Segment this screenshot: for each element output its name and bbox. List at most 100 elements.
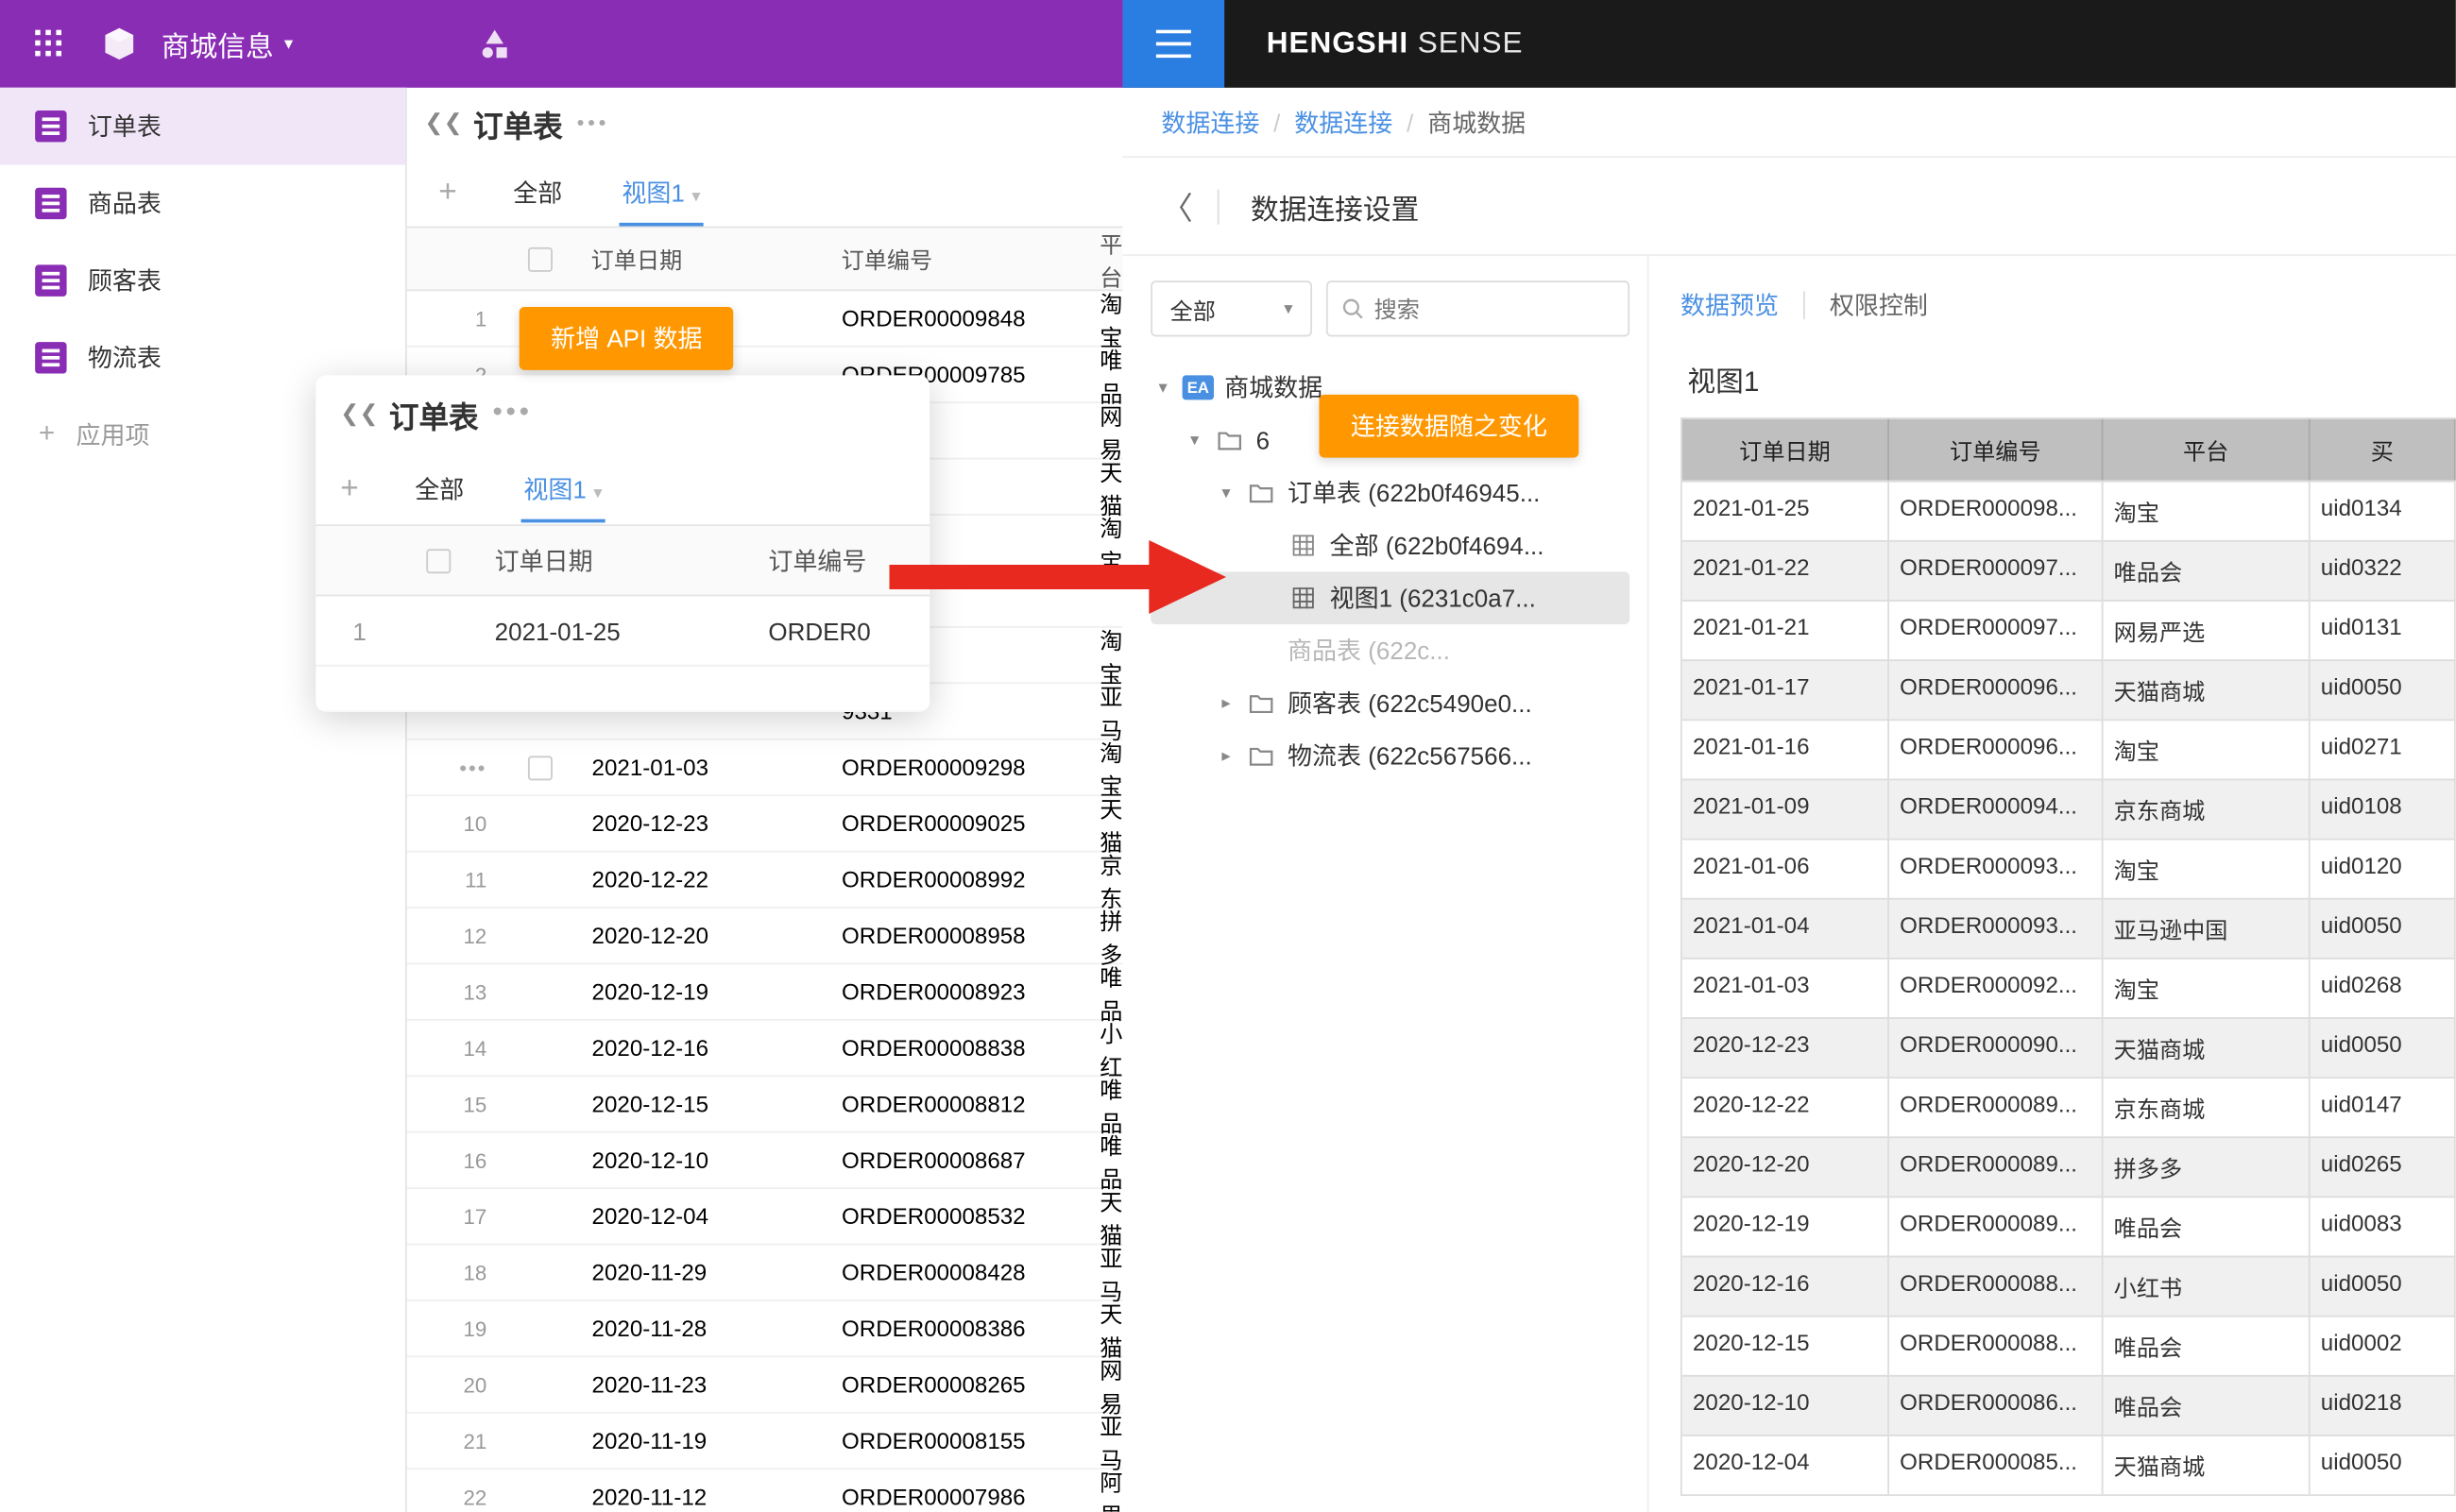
row-more-icon[interactable]: ••• [459, 755, 486, 779]
tab-permissions[interactable]: 权限控制 [1830, 288, 1928, 323]
cell-platform: 天猫商城 [2104, 659, 2311, 719]
hamburger-menu[interactable] [1122, 0, 1224, 88]
cell-platform: 天猫 [1091, 460, 1122, 515]
table-row[interactable]: 20 2020-11-23 ORDER00008265 网易 [407, 1357, 1123, 1413]
cell-order: ORDER00007986 [833, 1470, 1091, 1512]
table-row[interactable]: 2021-01-17 ORDER000096... 天猫商城 uid0050 [1682, 659, 2456, 719]
add-view-button[interactable]: + [340, 470, 359, 507]
table-row[interactable]: 13 2020-12-19 ORDER00008923 唯品 [407, 964, 1123, 1020]
table-row[interactable]: 12 2020-12-20 ORDER00008958 拼多 [407, 909, 1123, 964]
cell-order: ORDER00009025 [833, 796, 1091, 851]
search-box[interactable] [1326, 280, 1629, 336]
table-row[interactable]: 2021-01-21 ORDER000097... 网易严选 uid0131 [1682, 600, 2456, 659]
table-row[interactable]: 21 2020-11-19 ORDER00008155 亚马 [407, 1414, 1123, 1470]
search-input[interactable] [1374, 296, 1614, 322]
col-date[interactable]: 订单日期 [573, 228, 832, 289]
chevron-down-icon[interactable]: ▾ [691, 187, 700, 206]
cell-platform: 京东 [1091, 853, 1122, 908]
back-arrow-icon[interactable]: 〈 [1161, 183, 1192, 229]
cell-date: 2021-01-16 [1682, 719, 1889, 778]
more-icon[interactable]: ••• [577, 110, 610, 135]
col-buyer[interactable]: 买 [2311, 419, 2456, 481]
col-platform[interactable]: 平台 [2104, 419, 2311, 481]
collapse-icon[interactable]: ❮❮ [424, 109, 462, 137]
table-row[interactable]: 2020-12-22 ORDER000089... 京东商城 uid0147 [1682, 1077, 2456, 1136]
table-icon [35, 110, 66, 142]
cell-buyer: uid0268 [2311, 958, 2456, 1017]
col-order[interactable]: 订单编号 [832, 228, 1091, 289]
table-row[interactable]: 17 2020-12-04 ORDER00008532 天猫 [407, 1189, 1123, 1245]
select-all-checkbox[interactable] [528, 246, 553, 271]
tree-node-logistics[interactable]: ▸物流表 (622c567566... [1151, 730, 1629, 783]
sidebar-item-customers[interactable]: 顾客表 [0, 242, 405, 319]
cell-order: ORDER000098... [1889, 481, 2104, 540]
table-row[interactable]: 14 2020-12-16 ORDER00008838 小红 [407, 1021, 1123, 1077]
table-row[interactable]: 2020-12-19 ORDER000089... 唯品会 uid0083 [1682, 1196, 2456, 1255]
table-row[interactable]: 16 2020-12-10 ORDER00008687 唯品 [407, 1133, 1123, 1189]
cell-order: ORDER00009848 [833, 291, 1091, 346]
breadcrumb-link[interactable]: 数据连接 [1161, 104, 1259, 139]
cell-platform: 淘宝 [2104, 719, 2311, 778]
table-row[interactable]: 10 2020-12-23 ORDER00009025 天猫 [407, 796, 1123, 852]
more-icon[interactable]: ••• [492, 399, 532, 430]
table-row[interactable]: 2021-01-16 ORDER000096... 淘宝 uid0271 [1682, 719, 2456, 778]
table-row[interactable]: 1 2021-01-25 ORDER00009848 淘宝 [407, 291, 1123, 347]
table-row[interactable]: 18 2020-11-29 ORDER00008428 亚马 [407, 1245, 1123, 1300]
tree-node-orders[interactable]: ▾订单表 (622b0f46945... [1151, 467, 1629, 519]
cell-order: ORDER000093... [1889, 898, 2104, 958]
tree-node-products[interactable]: 商品表 (622c... [1151, 624, 1629, 677]
sidebar-item-products[interactable]: 商品表 [0, 165, 405, 243]
tab-data-preview[interactable]: 数据预览 [1680, 288, 1779, 323]
cell-order: ORDER00008992 [833, 853, 1091, 908]
table-row[interactable]: 2021-01-03 ORDER000092... 淘宝 uid0268 [1682, 958, 2456, 1017]
table-row[interactable]: ••• 2021-01-03 ORDER00009298 淘宝 [407, 740, 1123, 796]
apps-grid-icon[interactable] [14, 0, 84, 88]
cell-date: 2020-11-23 [574, 1357, 833, 1412]
collapse-icon[interactable]: ❮❮ [340, 399, 378, 428]
col-platform[interactable]: 平台 [1091, 228, 1122, 289]
table-row[interactable]: 2020-12-04 ORDER000085... 天猫商城 uid0050 [1682, 1435, 2456, 1494]
table-row[interactable]: 19 2020-11-28 ORDER00008386 天猫 [407, 1301, 1123, 1357]
filter-select[interactable]: 全部 ▾ [1151, 280, 1312, 336]
cell-platform: 京东商城 [2104, 779, 2311, 839]
tab-all[interactable]: 全部 [411, 457, 467, 520]
chevron-down-icon[interactable]: ▾ [593, 484, 602, 502]
table-row[interactable]: 2021-01-22 ORDER000097... 唯品会 uid0322 [1682, 540, 2456, 600]
callout-add-api-data: 新增 API 数据 [520, 307, 734, 370]
row-index: 18 [463, 1260, 486, 1284]
table-row[interactable]: 2020-12-20 ORDER000089... 拼多多 uid0265 [1682, 1136, 2456, 1196]
chevron-down-icon[interactable]: ▾ [284, 34, 293, 53]
table-row[interactable]: 2020-12-15 ORDER000088... 唯品会 uid0002 [1682, 1316, 2456, 1375]
card-title: 订单表 [389, 392, 479, 435]
table-row[interactable]: 2020-12-23 ORDER000090... 天猫商城 uid0050 [1682, 1017, 2456, 1077]
row-checkbox[interactable] [529, 755, 554, 779]
table-row[interactable]: 2020-12-10 ORDER000086... 唯品会 uid0218 [1682, 1375, 2456, 1435]
table-row[interactable]: 2021-01-04 ORDER000093... 亚马逊中国 uid0050 [1682, 898, 2456, 958]
sidebar-item-label: 物流表 [88, 340, 162, 375]
table-row[interactable]: 11 2020-12-22 ORDER00008992 京东 [407, 853, 1123, 909]
col-date[interactable]: 订单日期 [1682, 419, 1889, 481]
shapes-icon[interactable] [460, 0, 530, 88]
cell-buyer: uid0050 [2311, 1256, 2456, 1316]
table-row[interactable]: 2021-01-25 ORDER000098... 淘宝 uid0134 [1682, 481, 2456, 540]
table-row[interactable]: 2021-01-09 ORDER000094... 京东商城 uid0108 [1682, 779, 2456, 839]
table-row[interactable]: 2020-12-16 ORDER000088... 小红书 uid0050 [1682, 1256, 2456, 1316]
tab-view1[interactable]: 视图1▾ [520, 457, 606, 520]
sidebar-item-orders[interactable]: 订单表 [0, 88, 405, 165]
tab-all[interactable]: 全部 [509, 161, 565, 224]
tree-node-customers[interactable]: ▸顾客表 (622c5490e0... [1151, 677, 1629, 730]
col-date[interactable]: 订单日期 [473, 526, 754, 594]
table-row[interactable]: 1 2021-01-25 ORDER0 [316, 596, 930, 666]
add-view-button[interactable]: + [438, 174, 457, 211]
select-all-checkbox[interactable] [426, 548, 451, 572]
cell-order: ORDER000092... [1889, 958, 2104, 1017]
breadcrumb: 数据连接 / 数据连接 / 商城数据 [1122, 88, 2455, 158]
col-order[interactable]: 订单编号 [1889, 419, 2104, 481]
breadcrumb-link[interactable]: 数据连接 [1294, 104, 1392, 139]
cell-buyer: uid0265 [2311, 1136, 2456, 1196]
tab-view1[interactable]: 视图1▾ [619, 161, 705, 224]
table-row[interactable]: 22 2020-11-12 ORDER00007986 阿里 [407, 1470, 1123, 1512]
table-row[interactable]: 2021-01-06 ORDER000093... 淘宝 uid0120 [1682, 839, 2456, 898]
cell-order: ORDER000096... [1889, 719, 2104, 778]
table-row[interactable]: 15 2020-12-15 ORDER00008812 唯品 [407, 1077, 1123, 1132]
